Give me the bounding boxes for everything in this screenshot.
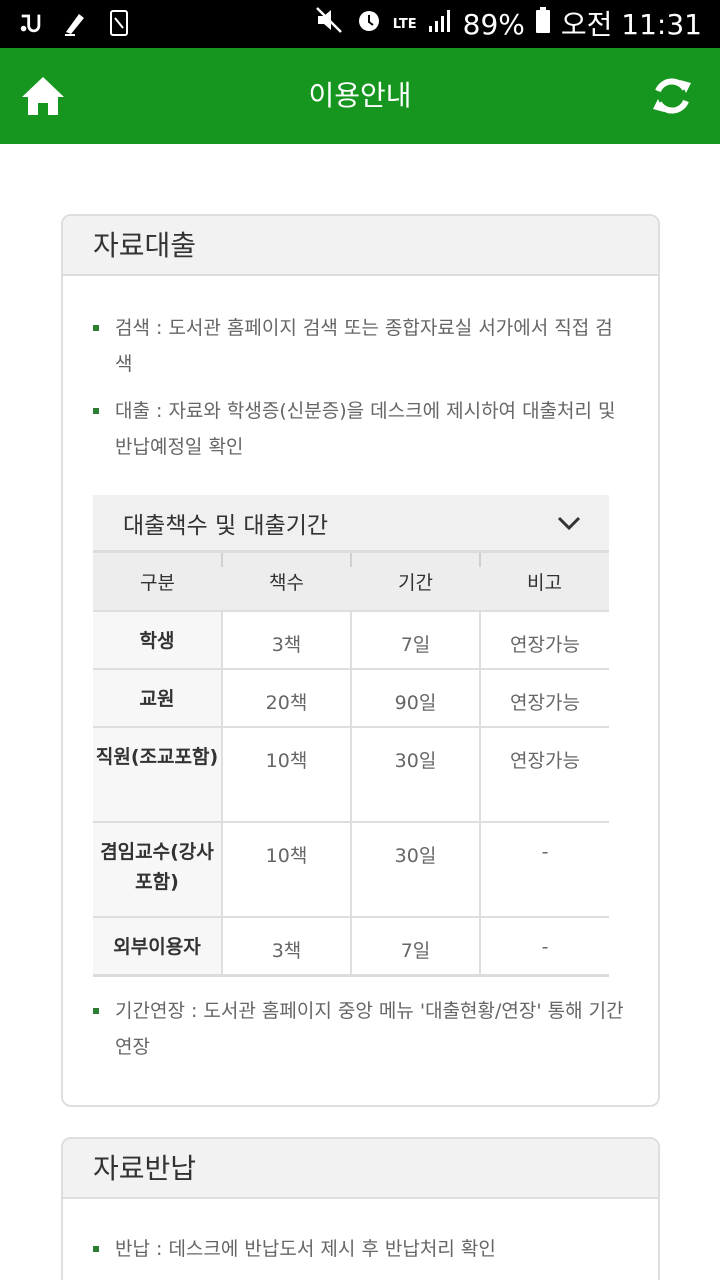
refresh-icon bbox=[653, 78, 691, 114]
table-cell: 학생 bbox=[93, 610, 223, 670]
table-cell: 직원(조교포함) bbox=[93, 726, 223, 823]
table-cell: 30일 bbox=[350, 821, 481, 918]
table-row: 교원 20책 90일 연장가능 bbox=[93, 668, 609, 728]
table-cell: 연장가능 bbox=[479, 726, 609, 823]
table-cell: 연장가능 bbox=[479, 668, 609, 728]
chevron-down-icon bbox=[557, 510, 581, 536]
accordion-title: 대출책수 및 대출기간 bbox=[123, 512, 329, 539]
table-header-cell: 기간 bbox=[350, 553, 480, 611]
table-cell: 7일 bbox=[350, 916, 481, 977]
table-row: 겸임교수(강사포함) 10책 30일 - bbox=[93, 821, 609, 918]
table-cell: 30일 bbox=[350, 726, 481, 823]
table-cell: 20책 bbox=[221, 668, 352, 728]
page-title: 이용안내 bbox=[308, 79, 412, 112]
battery-percent: 89% bbox=[462, 7, 525, 41]
table-cell: 7일 bbox=[350, 610, 481, 670]
signal-icon bbox=[427, 7, 453, 43]
table-cell: 3책 bbox=[221, 916, 352, 977]
clock: 오전 11:31 bbox=[560, 7, 702, 41]
table-cell: 겸임교수(강사포함) bbox=[93, 821, 223, 918]
edit-notification-icon bbox=[62, 10, 88, 36]
return-item: 반납 : 데스크에 반납도서 제시 후 반납처리 확인 bbox=[93, 1231, 628, 1267]
loan-period-accordion: 대출책수 및 대출기간 구분 책수 기간 비고 학생 3책 7일 연장가능 교원… bbox=[93, 495, 609, 977]
table-row: 학생 3책 7일 연장가능 bbox=[93, 610, 609, 670]
table-row: 외부이용자 3책 7일 - bbox=[93, 916, 609, 977]
loan-extension-item: 기간연장 : 도서관 홈페이지 중앙 메뉴 '대출현황/연장' 통해 기간연장 bbox=[93, 993, 628, 1065]
loan-search-item: 검색 : 도서관 홈페이지 검색 또는 종합자료실 서가에서 직접 검색 bbox=[93, 310, 628, 382]
loan-period-accordion-header[interactable]: 대출책수 및 대출기간 bbox=[93, 495, 609, 553]
table-header-cell: 구분 bbox=[93, 553, 222, 611]
table-header-cell: 비고 bbox=[479, 553, 609, 611]
table-header-cell: 책수 bbox=[221, 553, 351, 611]
network-type: LTE bbox=[392, 17, 417, 32]
mute-icon bbox=[315, 6, 345, 43]
status-bar: LTE 89% 오전 11:31 bbox=[0, 0, 720, 48]
table-cell: 10책 bbox=[221, 821, 352, 918]
app-bar: 이용안내 bbox=[0, 48, 720, 144]
loan-period-table: 구분 책수 기간 비고 학생 3책 7일 연장가능 교원 20책 90일 연장가… bbox=[93, 553, 609, 977]
table-cell: 교원 bbox=[93, 668, 223, 728]
loan-card-title: 자료대출 bbox=[63, 216, 658, 276]
alarm-icon bbox=[355, 6, 383, 43]
refresh-button[interactable] bbox=[648, 72, 696, 120]
table-cell: 외부이용자 bbox=[93, 916, 223, 977]
table-cell: 10책 bbox=[221, 726, 352, 823]
app-notification-icon bbox=[18, 10, 44, 36]
battery-icon bbox=[535, 6, 551, 43]
screenshot-notification-icon bbox=[106, 10, 132, 36]
return-card-title: 자료반납 bbox=[63, 1139, 658, 1199]
table-header-row: 구분 책수 기간 비고 bbox=[93, 553, 609, 611]
table-cell: 90일 bbox=[350, 668, 481, 728]
return-card: 자료반납 반납 : 데스크에 반납도서 제시 후 반납처리 확인 bbox=[61, 1137, 660, 1280]
loan-checkout-item: 대출 : 자료와 학생증(신분증)을 데스크에 제시하여 대출처리 및 반납예정… bbox=[93, 393, 628, 465]
table-cell: - bbox=[479, 916, 609, 977]
table-row: 직원(조교포함) 10책 30일 연장가능 bbox=[93, 726, 609, 823]
table-cell: 3책 bbox=[221, 610, 352, 670]
table-cell: 연장가능 bbox=[479, 610, 609, 670]
table-cell: - bbox=[479, 821, 609, 918]
loan-card: 자료대출 검색 : 도서관 홈페이지 검색 또는 종합자료실 서가에서 직접 검… bbox=[61, 214, 660, 1107]
